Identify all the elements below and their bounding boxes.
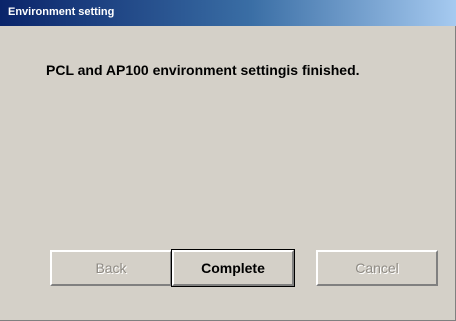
back-button[interactable]: Back: [50, 250, 172, 286]
window-title: Environment setting: [8, 6, 115, 18]
completion-message: PCL and AP100 environment settingis fini…: [46, 62, 360, 78]
complete-button[interactable]: Complete: [171, 249, 295, 287]
cancel-button[interactable]: Cancel: [316, 250, 438, 286]
environment-setting-dialog: Environment setting PCL and AP100 enviro…: [0, 0, 456, 321]
title-bar[interactable]: Environment setting: [0, 0, 456, 26]
